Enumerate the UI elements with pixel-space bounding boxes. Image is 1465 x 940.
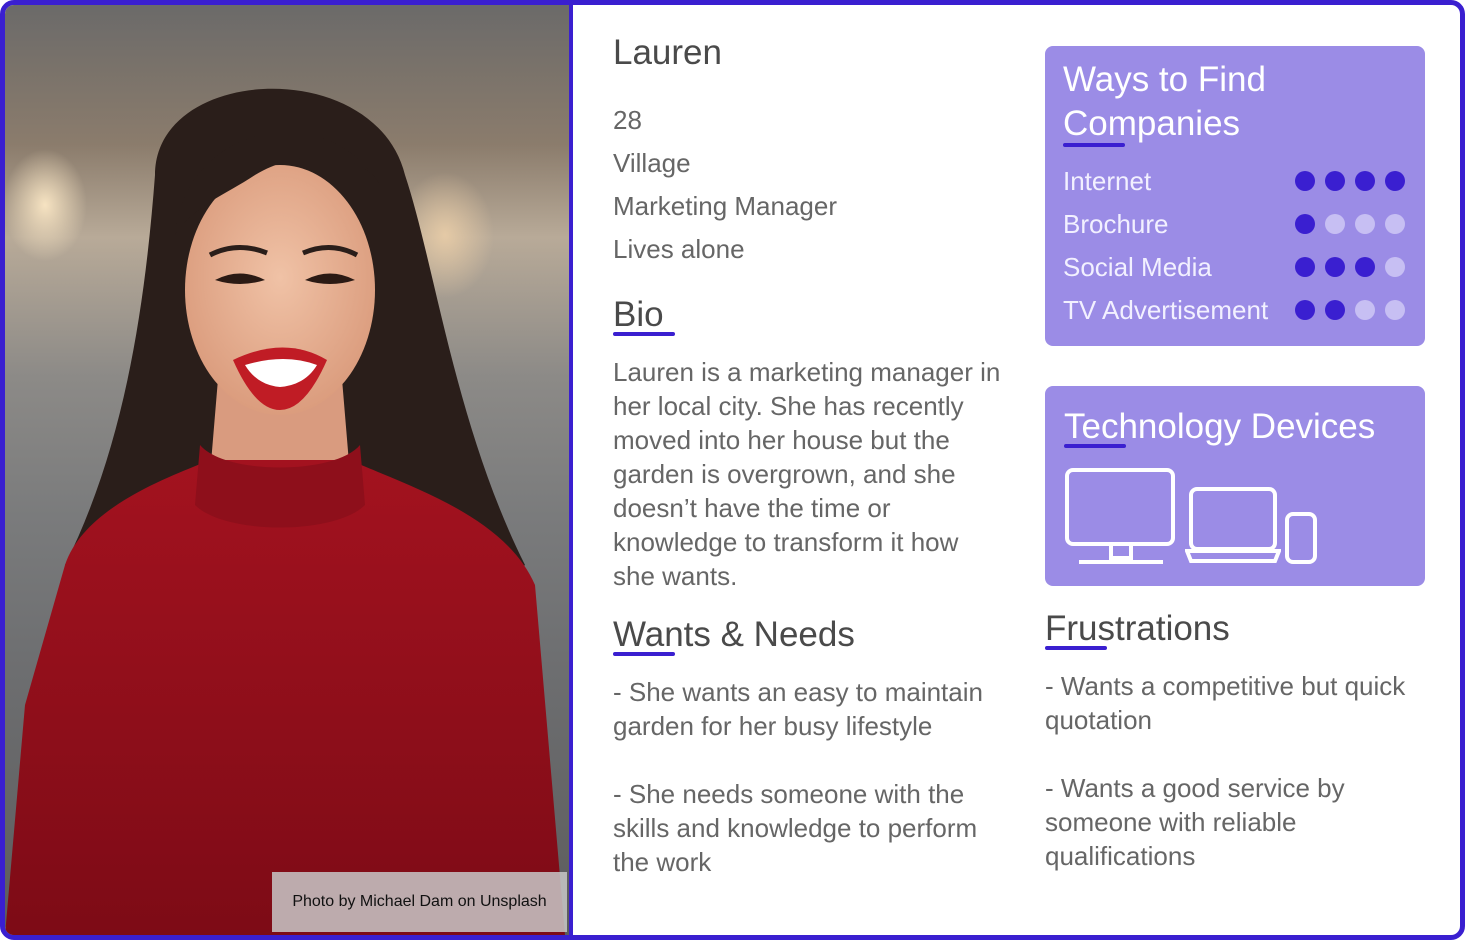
rating-dot-empty-icon bbox=[1385, 300, 1405, 320]
rating-dot-filled-icon bbox=[1325, 257, 1345, 277]
ways-underline bbox=[1063, 143, 1125, 147]
ways-row-label: TV Advertisement bbox=[1063, 294, 1269, 325]
devices-underline bbox=[1064, 444, 1126, 448]
frustrations-heading: Frustrations bbox=[1045, 609, 1230, 648]
persona-photo: Photo by Michael Dam on Unsplash bbox=[5, 5, 569, 935]
rating-dot-filled-icon bbox=[1295, 257, 1315, 277]
devices-card: Technology Devices bbox=[1045, 386, 1425, 586]
ways-row: Brochure bbox=[1063, 204, 1405, 244]
photo-divider bbox=[569, 5, 573, 935]
rating-dots bbox=[1295, 214, 1405, 234]
rating-dot-filled-icon bbox=[1355, 171, 1375, 191]
rating-dot-filled-icon bbox=[1295, 214, 1315, 234]
bio-text: Lauren is a marketing manager in her loc… bbox=[613, 357, 1001, 591]
portrait-illustration bbox=[5, 88, 565, 935]
wants-item: - She wants an easy to maintain garden f… bbox=[613, 677, 983, 741]
rating-dot-empty-icon bbox=[1355, 300, 1375, 320]
rating-dot-empty-icon bbox=[1385, 214, 1405, 234]
frustrations-item: - Wants a competitive but quick quotatio… bbox=[1045, 671, 1406, 735]
persona-name: Lauren bbox=[613, 33, 722, 72]
persona-card: Photo by Michael Dam on Unsplash Lauren … bbox=[0, 0, 1465, 940]
persona-age: 28 bbox=[613, 105, 642, 135]
persona-occupation: Marketing Manager bbox=[613, 191, 837, 221]
rating-dot-filled-icon bbox=[1295, 300, 1315, 320]
ways-row: Social Media bbox=[1063, 247, 1405, 287]
photo-credit: Photo by Michael Dam on Unsplash bbox=[272, 872, 567, 932]
rating-dot-filled-icon bbox=[1385, 171, 1405, 191]
ways-row-label: Internet bbox=[1063, 165, 1152, 196]
rating-dot-filled-icon bbox=[1355, 257, 1375, 277]
ways-card: Ways to Find Companies Internet Brochure S… bbox=[1045, 46, 1425, 346]
persona-living: Lives alone bbox=[613, 234, 745, 264]
ways-row: Internet bbox=[1063, 161, 1405, 201]
rating-dot-filled-icon bbox=[1325, 300, 1345, 320]
rating-dots bbox=[1295, 300, 1405, 320]
rating-dots bbox=[1295, 257, 1405, 277]
desktop-monitor-icon bbox=[1065, 468, 1175, 564]
rating-dot-empty-icon bbox=[1325, 214, 1345, 234]
wants-heading: Wants & Needs bbox=[613, 615, 855, 654]
ways-row-label: Social Media bbox=[1063, 251, 1212, 282]
devices-title: Technology Devices bbox=[1064, 407, 1376, 446]
ways-row: TV Advertisement bbox=[1063, 290, 1405, 330]
frustrations-underline bbox=[1045, 646, 1107, 650]
rating-dots bbox=[1295, 171, 1405, 191]
bio-underline bbox=[613, 332, 675, 336]
wants-underline bbox=[613, 652, 675, 656]
rating-dot-filled-icon bbox=[1295, 171, 1315, 191]
persona-location: Village bbox=[613, 148, 691, 178]
rating-dot-empty-icon bbox=[1355, 214, 1375, 234]
laptop-icon bbox=[1185, 487, 1281, 563]
ways-title: Ways to Find Companies bbox=[1063, 60, 1266, 143]
wants-item: - She needs someone with the skills and … bbox=[613, 779, 978, 877]
rating-dot-filled-icon bbox=[1325, 171, 1345, 191]
bio-heading: Bio bbox=[613, 295, 664, 334]
rating-dot-empty-icon bbox=[1385, 257, 1405, 277]
phone-icon bbox=[1285, 512, 1317, 564]
frustrations-item: - Wants a good service by someone with r… bbox=[1045, 773, 1345, 871]
ways-row-label: Brochure bbox=[1063, 208, 1169, 239]
